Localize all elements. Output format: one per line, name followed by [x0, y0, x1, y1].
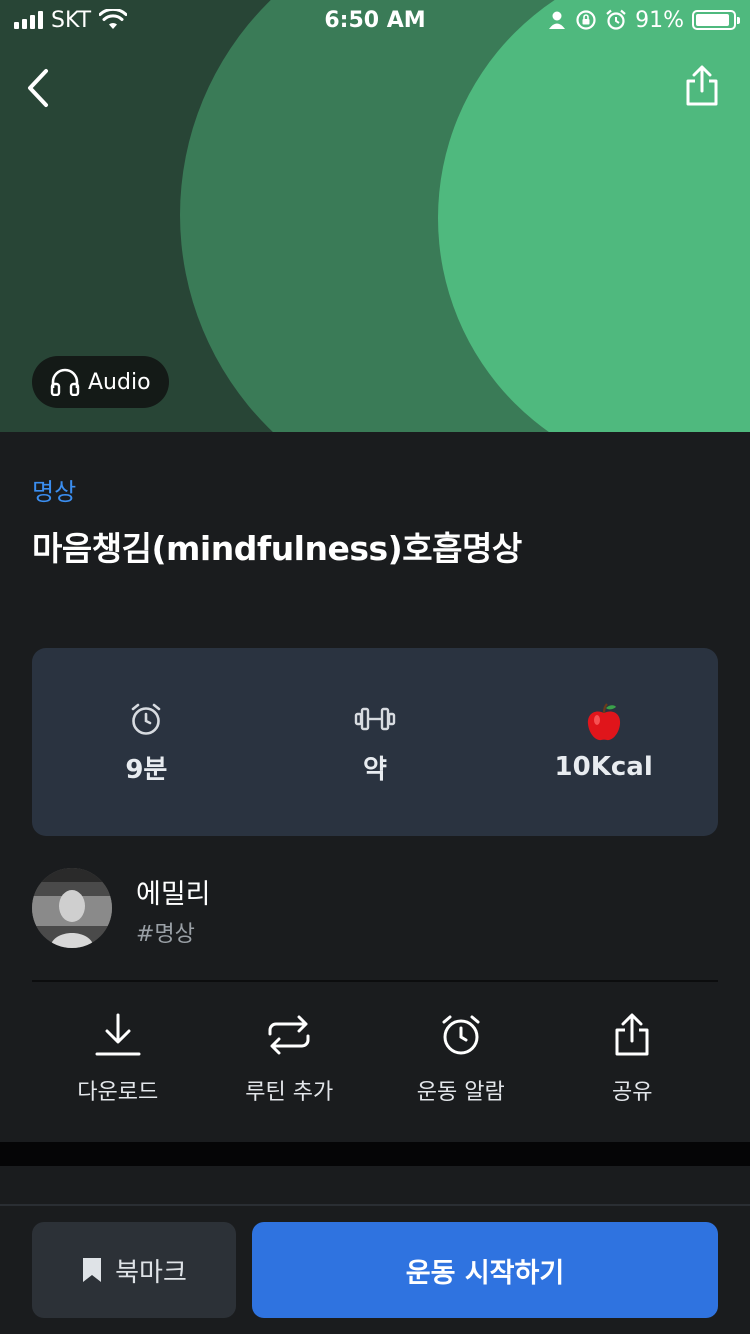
share-icon — [615, 1013, 649, 1056]
instructor-tag: #명상 — [136, 922, 195, 947]
stat-duration-value: 9분 — [125, 754, 168, 785]
action-row: 다운로드 루틴 추가 운동 알람 공유 — [32, 1010, 718, 1120]
battery-percent: 91% — [635, 7, 684, 33]
audio-badge: Audio — [32, 356, 169, 408]
add-routine-label: 루틴 추가 — [245, 1080, 334, 1105]
battery-icon — [692, 10, 740, 30]
share-label: 공유 — [612, 1080, 653, 1105]
divider — [32, 980, 718, 982]
section-separator — [0, 1142, 750, 1166]
signal-icon — [14, 11, 43, 29]
add-routine-button[interactable]: 루틴 추가 — [204, 1010, 376, 1120]
person-icon — [549, 11, 566, 29]
share-button-top[interactable] — [680, 62, 724, 110]
wifi-icon — [99, 9, 128, 29]
alarm-status-icon — [606, 9, 626, 30]
timer-icon — [132, 703, 161, 735]
hero-banner: SKT 6:50 AM 91% Audio — [0, 0, 750, 432]
alarm-clock-icon — [442, 1015, 480, 1055]
avatar-photo — [32, 868, 112, 948]
share-button[interactable]: 공유 — [547, 1010, 719, 1120]
avatar[interactable] — [32, 868, 112, 948]
carrier-label: SKT — [51, 7, 92, 33]
page-title: 마음챙김(mindfulness)호흡명상 — [32, 529, 522, 568]
instructor-name[interactable]: 에밀리 — [136, 872, 211, 911]
bookmark-label: 북마크 — [115, 1257, 187, 1288]
stat-calories-value: 10Kcal — [554, 752, 653, 782]
bottom-bar-divider — [0, 1204, 750, 1206]
status-bar: SKT 6:50 AM 91% — [0, 0, 750, 40]
stat-duration: 9분 — [46, 699, 246, 786]
bookmark-icon — [83, 1258, 102, 1282]
start-workout-button[interactable]: 운동 시작하기 — [252, 1222, 718, 1318]
back-button[interactable] — [18, 64, 58, 112]
share-icon — [686, 65, 718, 106]
apple-icon — [587, 703, 620, 741]
dumbbell-icon — [354, 707, 396, 730]
headphones-icon — [50, 368, 80, 396]
stat-intensity: 약 — [275, 699, 475, 786]
stat-intensity-value: 약 — [363, 754, 387, 785]
stat-calories: 10Kcal — [504, 702, 704, 782]
audio-badge-label: Audio — [88, 369, 151, 395]
workout-alarm-label: 운동 알람 — [416, 1080, 505, 1105]
download-icon — [95, 1013, 141, 1056]
rotation-lock-icon — [576, 10, 596, 30]
start-workout-label: 운동 시작하기 — [405, 1257, 565, 1289]
download-button[interactable]: 다운로드 — [32, 1010, 204, 1120]
download-label: 다운로드 — [77, 1080, 159, 1105]
chevron-left-icon — [28, 69, 48, 107]
repeat-icon — [268, 1015, 310, 1055]
battery-fill — [696, 14, 729, 26]
stats-card: 9분 약 10Kcal — [32, 648, 718, 836]
workout-alarm-button[interactable]: 운동 알람 — [375, 1010, 547, 1120]
bookmark-button[interactable]: 북마크 — [32, 1222, 236, 1318]
category-label: 명상 — [32, 478, 77, 506]
